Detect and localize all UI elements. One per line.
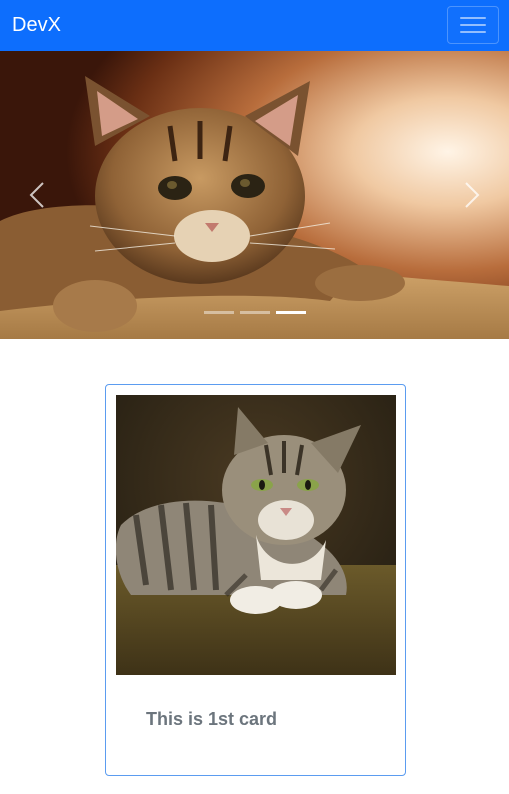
- tabby-cat-photo: [116, 395, 396, 675]
- hamburger-menu-icon: [460, 17, 486, 33]
- carousel-indicator-2[interactable]: [239, 311, 270, 314]
- chevron-left-icon: [29, 182, 44, 208]
- navbar-brand[interactable]: DevX: [12, 13, 61, 37]
- carousel-prev-button[interactable]: [0, 51, 78, 339]
- carousel-indicator-3[interactable]: [275, 311, 306, 314]
- navbar-toggler-button[interactable]: [447, 6, 499, 44]
- card-1-title: This is 1st card: [146, 709, 278, 729]
- hero-carousel: [0, 51, 509, 339]
- card-1: This is 1st card: [105, 384, 406, 776]
- chevron-right-icon: [465, 182, 480, 208]
- carousel-indicator-1[interactable]: [203, 311, 234, 314]
- navbar: DevX: [0, 0, 509, 51]
- card-1-image: [116, 395, 396, 675]
- carousel-indicators: [0, 311, 509, 315]
- carousel-next-button[interactable]: [431, 51, 509, 339]
